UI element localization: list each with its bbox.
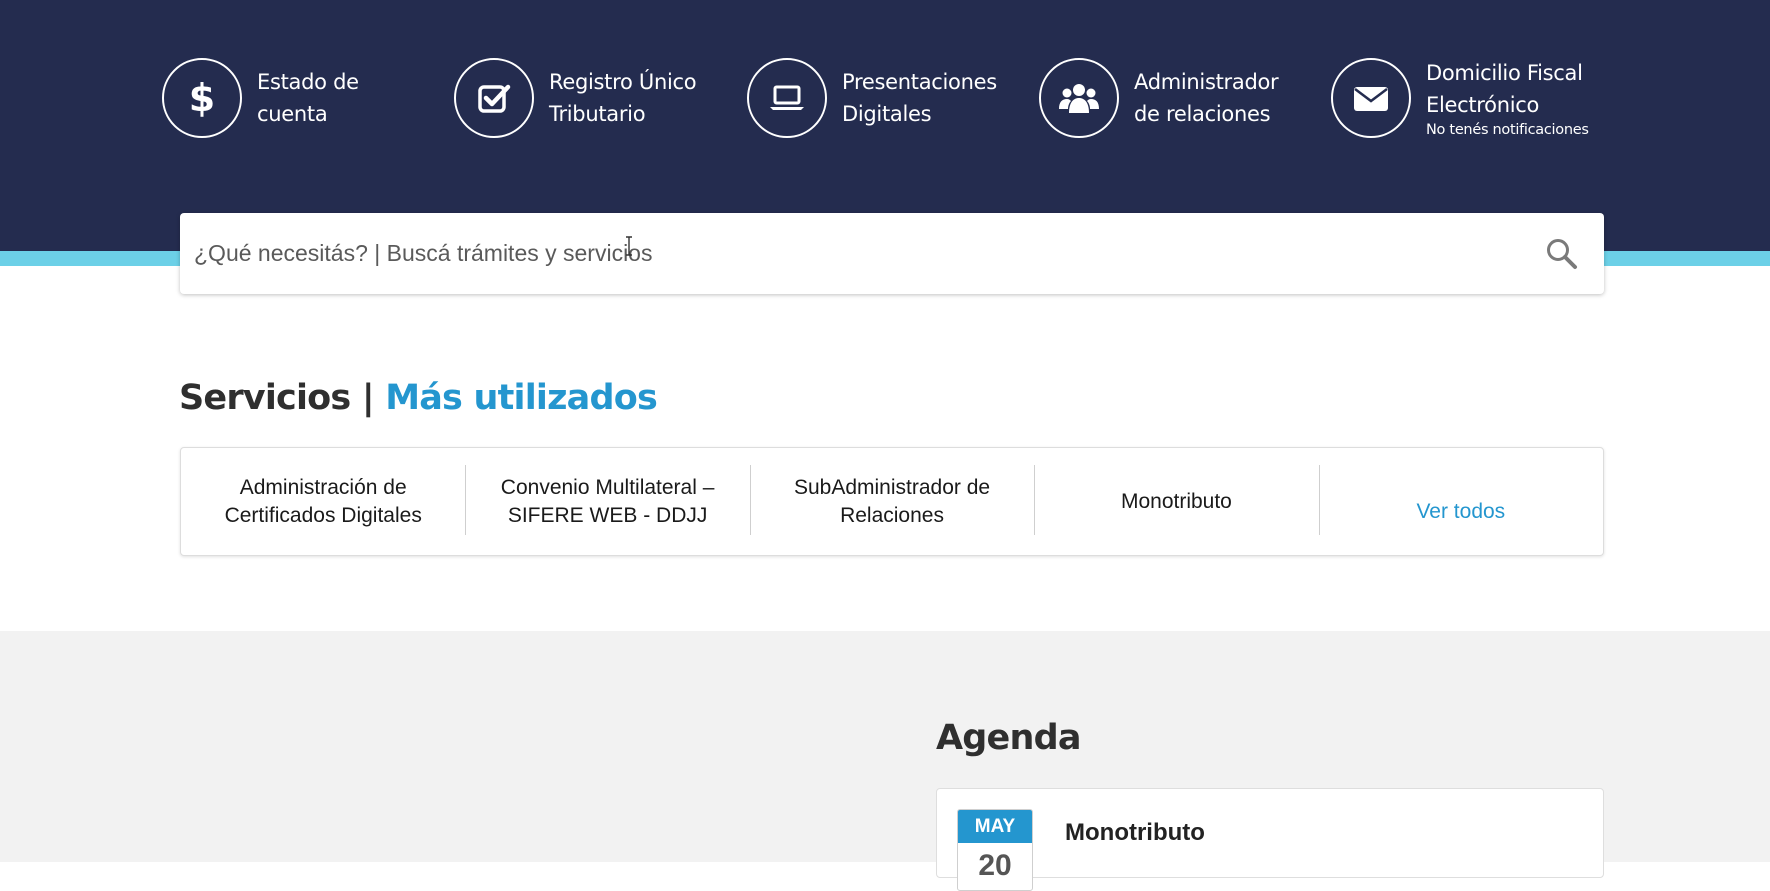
text-cursor-icon <box>625 236 633 256</box>
agenda-card[interactable]: MAY 20 Monotributo <box>936 788 1604 891</box>
quick-link-label: Estado de cuenta <box>257 70 359 126</box>
service-item-convenio-multilateral[interactable]: Convenio Multilateral – SIFERE WEB - DDJ… <box>465 448 749 555</box>
quick-link-administrador-de-relaciones[interactable]: Administrador de relaciones <box>1039 56 1294 140</box>
services-heading: Servicios | Más utilizados <box>179 374 658 422</box>
services-card: Administración de Certificados Digitales… <box>180 447 1604 556</box>
search-input[interactable] <box>180 213 1520 294</box>
quick-link-presentaciones-digitales[interactable]: Presentaciones Digitales <box>747 56 1002 140</box>
dollar-icon: $ <box>162 58 242 138</box>
date-day: 20 <box>978 849 1012 882</box>
envelope-icon <box>1331 58 1411 138</box>
service-item-subadministrador[interactable]: SubAdministrador de Relaciones <box>749 448 1034 555</box>
agenda-heading: Agenda <box>936 718 1081 758</box>
quick-link-label: Domicilio Fiscal Electrónico <box>1426 61 1583 117</box>
service-item-monotributo[interactable]: Monotributo <box>1034 448 1318 555</box>
check-square-icon <box>454 58 534 138</box>
services-highlight: Más utilizados <box>385 378 658 418</box>
quick-link-registro-unico-tributario[interactable]: Registro Único Tributario <box>454 56 709 140</box>
service-item-certificados-digitales[interactable]: Administración de Certificados Digitales <box>181 448 465 555</box>
date-month: MAY <box>958 810 1032 843</box>
svg-text:$: $ <box>189 78 215 118</box>
quick-link-label: Presentaciones Digitales <box>842 70 997 126</box>
quick-link-label: Administrador de relaciones <box>1134 70 1279 126</box>
quick-links-bar: $ Estado de cuenta Registro Único Tribut… <box>0 0 1770 200</box>
quick-link-text: Registro Único Tributario <box>549 66 709 130</box>
quick-link-text: Estado de cuenta <box>257 66 387 130</box>
services-title: Servicios | <box>179 378 375 418</box>
quick-link-text: Presentaciones Digitales <box>842 66 1002 130</box>
quick-link-domicilio-fiscal-electronico[interactable]: Domicilio Fiscal Electrónico No tenés no… <box>1331 56 1606 140</box>
search-icon[interactable] <box>1545 237 1579 271</box>
agenda-item-title: Monotributo <box>1065 819 1205 846</box>
laptop-icon <box>747 58 827 138</box>
view-all-services-link[interactable]: Ver todos <box>1318 448 1603 555</box>
notification-status: No tenés notificaciones <box>1426 122 1589 138</box>
quick-link-text: Domicilio Fiscal Electrónico No tenés no… <box>1426 57 1606 139</box>
users-icon <box>1039 58 1119 138</box>
quick-link-label: Registro Único Tributario <box>549 70 697 126</box>
quick-link-text: Administrador de relaciones <box>1134 66 1294 130</box>
date-badge: MAY 20 <box>957 809 1033 891</box>
search-bar <box>180 213 1604 294</box>
quick-link-estado-de-cuenta[interactable]: $ Estado de cuenta <box>162 56 387 140</box>
